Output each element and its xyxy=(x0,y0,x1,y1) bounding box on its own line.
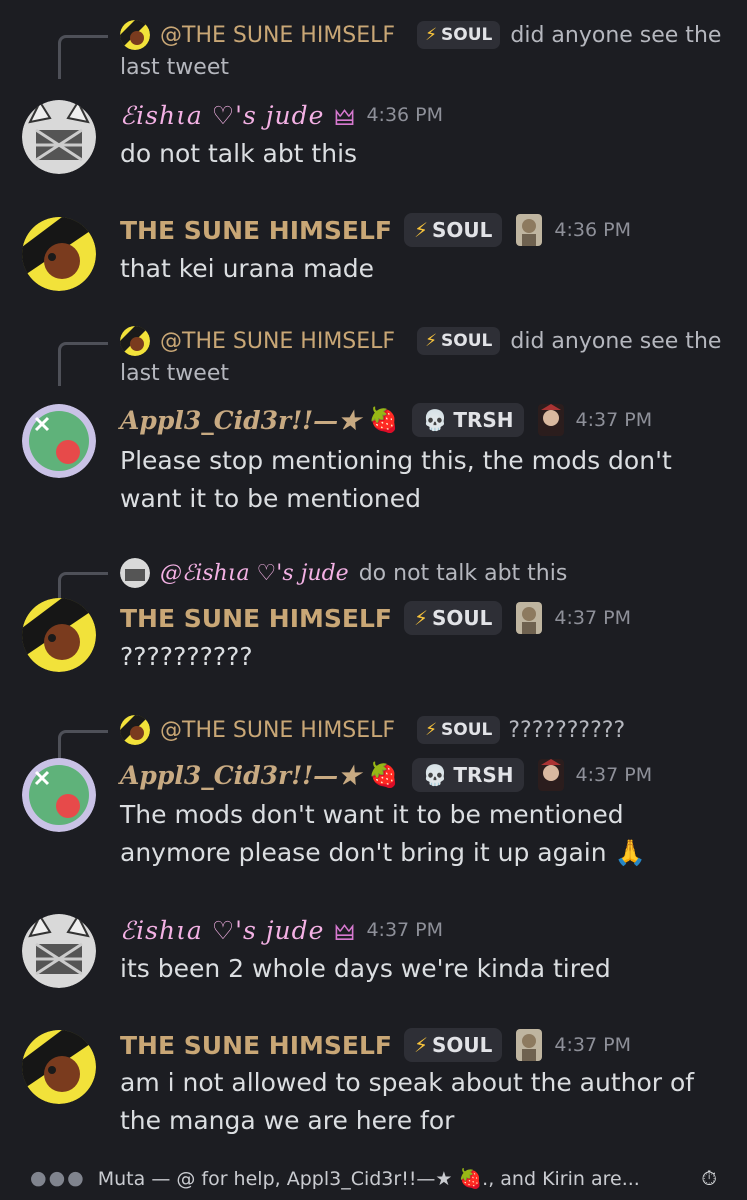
timestamp: 4:37 PM xyxy=(366,919,444,941)
timer-icon[interactable]: ⏱ xyxy=(701,1166,717,1190)
timestamp: 4:36 PM xyxy=(366,104,444,126)
username[interactable]: Appl3_Cid3r!!—★ xyxy=(120,406,361,435)
lightning-icon: ⚡ xyxy=(413,606,429,630)
timestamp: 4:36 PM xyxy=(554,219,631,241)
lightning-icon: ⚡ xyxy=(413,218,429,242)
avatar[interactable] xyxy=(22,217,96,291)
typing-indicator: ●●● Muta — @ for help, Appl3_Cid3r!!—★ 🍓… xyxy=(0,1156,747,1200)
reply-author[interactable]: @THE SUNE HIMSELF xyxy=(160,718,395,743)
message-header: ℰishιa ♡'s jude 🜲 4:37 PM xyxy=(120,910,443,950)
avatar[interactable] xyxy=(22,758,96,832)
strawberry-icon: 🍓 xyxy=(368,761,399,789)
reply-text: did anyone see the xyxy=(510,328,722,354)
avatar[interactable] xyxy=(22,404,96,478)
message-header: Appl3_Cid3r!!—★ 🍓 💀 TRSH 4:37 PM xyxy=(120,755,652,795)
username[interactable]: THE SUNE HIMSELF xyxy=(120,216,392,245)
message-header: THE SUNE HIMSELF ⚡ SOUL 4:37 PM xyxy=(120,1025,631,1065)
reply-preview[interactable]: @THE SUNE HIMSELF ⚡ SOUL did anyone see t… xyxy=(120,326,721,356)
reply-text-wrap: last tweet xyxy=(120,361,229,386)
username[interactable]: THE SUNE HIMSELF xyxy=(120,604,392,633)
avatar[interactable] xyxy=(22,100,96,174)
profile-badge-icon xyxy=(537,759,564,791)
avatar xyxy=(120,20,150,50)
profile-badge-icon xyxy=(516,602,543,634)
reply-text: do not talk abt this xyxy=(358,560,568,586)
typing-text: Muta — @ for help, Appl3_Cid3r!!—★ 🍓., a… xyxy=(97,1167,640,1190)
role-tag: ⚡ SOUL xyxy=(403,601,503,635)
profile-badge-icon xyxy=(516,1029,543,1061)
avatar[interactable] xyxy=(22,914,96,988)
message-header: ℰishιa ♡'s jude 🜲 4:36 PM xyxy=(120,95,443,135)
profile-badge-icon xyxy=(516,214,543,246)
lightning-icon: ⚡ xyxy=(413,1033,429,1057)
lightning-icon: ⚡ xyxy=(425,25,438,45)
username[interactable]: ℰishιa ♡'s jude xyxy=(120,101,324,130)
reply-author[interactable]: @THE SUNE HIMSELF xyxy=(160,23,395,48)
reply-text: ?????????? xyxy=(508,717,626,743)
skull-icon: 💀 xyxy=(422,763,448,787)
reply-text: did anyone see the xyxy=(510,22,722,48)
reply-author[interactable]: @THE SUNE HIMSELF xyxy=(160,329,395,354)
reply-preview[interactable]: @ℰishιa ♡'s jude do not talk abt this xyxy=(120,558,567,588)
avatar[interactable] xyxy=(22,1030,96,1104)
strawberry-icon: 🍓 xyxy=(368,406,399,434)
message-text: that kei urana made xyxy=(120,254,375,283)
skull-icon: 💀 xyxy=(422,408,448,432)
reply-text-wrap: last tweet xyxy=(120,55,229,80)
message-header: THE SUNE HIMSELF ⚡ SOUL 4:37 PM xyxy=(120,598,631,638)
username[interactable]: Appl3_Cid3r!!—★ xyxy=(120,761,361,790)
username[interactable]: THE SUNE HIMSELF xyxy=(120,1031,392,1060)
profile-badge-icon xyxy=(537,404,564,436)
reply-author[interactable]: @ℰishιa ♡'s jude xyxy=(160,561,349,586)
reply-preview[interactable]: @THE SUNE HIMSELF ⚡ SOUL ?????????? xyxy=(120,715,625,745)
message-text: ?????????? xyxy=(120,642,253,671)
avatar xyxy=(120,558,150,588)
message-text: am i not allowed to speak about the auth… xyxy=(120,1068,695,1135)
timestamp: 4:37 PM xyxy=(554,607,631,629)
timestamp: 4:37 PM xyxy=(554,1034,631,1056)
timestamp: 4:37 PM xyxy=(575,764,653,786)
typing-dots-icon: ●●● xyxy=(30,1167,86,1189)
avatar[interactable] xyxy=(22,598,96,672)
role-tag: 💀 TRSH xyxy=(412,403,524,437)
lightning-icon: ⚡ xyxy=(425,331,438,351)
avatar xyxy=(120,326,150,356)
message-text: Please stop mentioning this, the mods do… xyxy=(120,446,672,513)
lightning-icon: ⚡ xyxy=(425,720,438,740)
reply-preview[interactable]: @THE SUNE HIMSELF ⚡ SOUL did anyone see t… xyxy=(120,20,721,50)
role-icon: 🜲 xyxy=(334,106,355,131)
message-header: THE SUNE HIMSELF ⚡ SOUL 4:36 PM xyxy=(120,210,631,250)
timestamp: 4:37 PM xyxy=(575,409,653,431)
message-text: its been 2 whole days we're kinda tired xyxy=(120,954,611,983)
role-icon: 🜲 xyxy=(334,921,355,946)
message-header: Appl3_Cid3r!!—★ 🍓 💀 TRSH 4:37 PM xyxy=(120,400,652,440)
role-tag: ⚡ SOUL xyxy=(403,1028,503,1062)
username[interactable]: ℰishιa ♡'s jude xyxy=(120,916,324,945)
avatar xyxy=(120,715,150,745)
role-tag: ⚡ SOUL xyxy=(403,213,503,247)
message-text: do not talk abt this xyxy=(120,139,358,168)
role-tag: ⚡ SOUL xyxy=(417,716,501,744)
role-tag: 💀 TRSH xyxy=(412,758,524,792)
role-tag: ⚡ SOUL xyxy=(417,21,501,49)
message-text: The mods don't want it to be mentioned a… xyxy=(120,800,646,867)
role-tag: ⚡ SOUL xyxy=(417,327,501,355)
